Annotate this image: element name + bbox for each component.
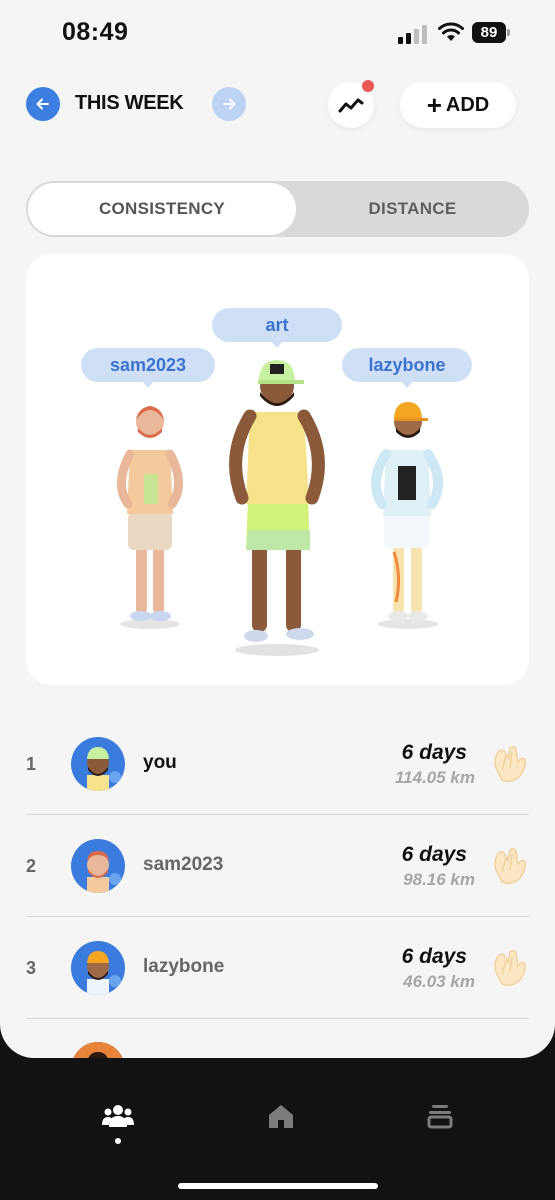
avatar-image [87, 951, 121, 995]
clap-icon[interactable] [488, 742, 530, 784]
tab-home[interactable] [263, 1098, 299, 1134]
leaderboard-row-2[interactable]: 2 sam2023 6 days 98.16 km [0, 814, 555, 915]
avatar-image [71, 1042, 125, 1058]
app-screen: 08:49 89 THIS WEEK + ADD CONSISTENCY DIS… [0, 0, 555, 1058]
clap-icon[interactable] [488, 946, 530, 988]
rank-number: 2 [26, 856, 37, 876]
metric-segmented-control: CONSISTENCY DISTANCE [26, 181, 529, 237]
active-tab-indicator [115, 1138, 121, 1144]
username: you [143, 752, 177, 773]
plus-icon: + [426, 90, 442, 120]
row-divider [26, 1018, 529, 1019]
battery-level: 89 [472, 22, 506, 43]
distance-value: 46.03 km [403, 972, 475, 991]
rank-number: 1 [26, 754, 37, 774]
notification-dot [362, 80, 374, 92]
add-button[interactable]: + ADD [400, 82, 516, 128]
add-button-label: ADD [445, 93, 490, 116]
tab-consistency[interactable]: CONSISTENCY [28, 183, 296, 235]
avatar-image [87, 851, 121, 893]
avatar [71, 941, 125, 995]
avatar [71, 737, 125, 791]
username: sam2023 [143, 854, 224, 875]
username: lazybone [143, 956, 225, 977]
home-icon [269, 1105, 293, 1128]
avatar-figure-first[interactable] [212, 350, 342, 660]
avatar-figure-second[interactable] [100, 392, 200, 632]
home-indicator [178, 1183, 378, 1189]
rank-number: 3 [26, 958, 37, 978]
status-time: 08:49 [62, 18, 129, 46]
trend-chart-icon [338, 98, 364, 113]
avatar [71, 1042, 125, 1058]
battery-indicator: 89 [472, 22, 510, 43]
distance-value: 114.05 km [394, 768, 475, 787]
avatar [71, 839, 125, 893]
battery-tip [507, 29, 510, 36]
days-count: 6 days [401, 843, 467, 866]
previous-week-button[interactable] [26, 87, 60, 121]
next-week-button[interactable] [212, 87, 246, 121]
arrow-left-icon [36, 98, 49, 110]
avatar-figure-third[interactable] [356, 392, 456, 632]
week-title: THIS WEEK [75, 92, 184, 114]
tab-distance[interactable]: DISTANCE [296, 181, 529, 237]
podium-name-first: art [212, 308, 342, 348]
podium-card: sam2023 art lazybone [26, 254, 529, 685]
days-count: 6 days [401, 741, 467, 764]
leaderboard-row-1[interactable]: 1 you 6 days 114.05 km [0, 712, 555, 813]
tab-activities[interactable] [422, 1098, 458, 1134]
clap-icon[interactable] [488, 844, 530, 886]
days-count: 6 days [401, 945, 467, 968]
distance-value: 98.16 km [403, 870, 475, 889]
cellular-signal-icon [398, 25, 427, 44]
podium-name-third: lazybone [342, 348, 472, 388]
arrow-right-icon [223, 98, 236, 110]
podium-name-second: sam2023 [81, 348, 215, 388]
wifi-icon [438, 22, 464, 41]
leaderboard-row-3[interactable]: 3 lazybone 6 days 46.03 km [0, 916, 555, 1017]
stack-icon [427, 1105, 453, 1129]
avatar-image [87, 747, 121, 791]
tab-friends[interactable] [100, 1098, 136, 1134]
group-icon [102, 1105, 134, 1127]
